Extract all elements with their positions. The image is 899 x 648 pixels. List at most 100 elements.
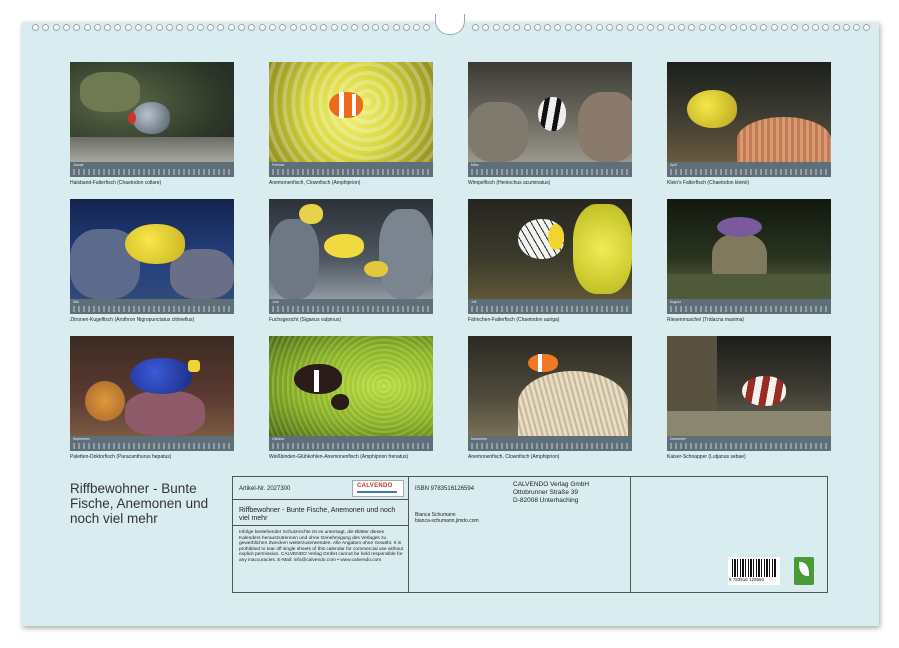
caption: Anemonenfisch, Clownfisch (Amphiprion) — [269, 180, 433, 186]
binding-ring — [637, 24, 644, 31]
binding-ring — [53, 24, 60, 31]
calvendo-logo: CALVENDO — [352, 480, 404, 497]
caption: Zitronen-Kugelfisch (Arothron Nigropunct… — [70, 317, 234, 323]
binding-ring — [331, 24, 338, 31]
binding-ring — [403, 24, 410, 31]
fish-photo — [269, 62, 433, 162]
month-label: Oktober — [272, 437, 284, 441]
article-number: Artikel-Nr. 2027300 — [239, 486, 290, 492]
binding-ring — [771, 24, 778, 31]
binding-ring — [290, 24, 297, 31]
calendar-strip: März — [468, 162, 632, 177]
binding-ring — [802, 24, 809, 31]
month-thumb-august: August Riesenmuschel (Tridacna maxima) — [667, 199, 831, 323]
calendar-strip: November — [468, 436, 632, 451]
month-label: Juli — [471, 300, 476, 304]
calendar-strip: April — [667, 162, 831, 177]
month-thumb-march: März Wimpelfisch (Heniochus acuminatus) — [468, 62, 632, 186]
author-url: bianca-schumann.jimdo.com — [415, 518, 479, 524]
binding-ring — [197, 24, 204, 31]
binding-ring — [812, 24, 819, 31]
binding-ring — [300, 24, 307, 31]
calendar-strip: August — [667, 299, 831, 314]
month-label: September — [73, 437, 90, 441]
barcode-number: 9 783516 126594 — [729, 577, 764, 582]
binding-ring — [843, 24, 850, 31]
publisher-name: CALVENDO Verlag GmbH — [513, 481, 589, 489]
binding-ring — [259, 24, 266, 31]
binding-ring — [833, 24, 840, 31]
binding-ring — [627, 24, 634, 31]
isbn: ISBN 9783516126594 — [415, 486, 474, 492]
article-column: Artikel-Nr. 2027300 CALVENDO Riffbewohne… — [233, 477, 409, 592]
month-label: Dezember — [670, 437, 686, 441]
binding-ring — [156, 24, 163, 31]
binding-ring — [709, 24, 716, 31]
publication-info-box: Artikel-Nr. 2027300 CALVENDO Riffbewohne… — [232, 476, 828, 593]
binding-ring — [575, 24, 582, 31]
binding-ring — [472, 24, 479, 31]
month-thumb-january: Januar Halsband-Falterfisch (Chaetodon c… — [70, 62, 234, 186]
binding-ring — [125, 24, 132, 31]
fish-photo — [468, 62, 632, 162]
month-label: Februar — [272, 163, 284, 167]
month-label: Januar — [73, 163, 84, 167]
calendar-strip: Januar — [70, 162, 234, 177]
fish-photo — [70, 336, 234, 436]
caption: Halsband-Falterfisch (Chaetodon collare) — [70, 180, 234, 186]
logo-text: CALVENDO — [357, 483, 393, 489]
month-thumb-december: Dezember Kaiser-Schnapper (Lutjanus seba… — [667, 336, 831, 460]
calendar-strip: Oktober — [269, 436, 433, 451]
caption: Anemonenfisch, Clownfisch (Amphiprion) — [468, 454, 632, 460]
binding-ring — [238, 24, 245, 31]
month-label: Mai — [73, 300, 79, 304]
caption: Wimpelfisch (Heniochus acuminatus) — [468, 180, 632, 186]
caption: Weißbinden-Glühkohlen-Anemonenfisch (Amp… — [269, 454, 433, 460]
publisher-street: Ottobrunner Straße 39 — [513, 489, 578, 497]
binding-ring — [341, 24, 348, 31]
binding-ring — [781, 24, 788, 31]
binding-ring — [228, 24, 235, 31]
binding-ring — [362, 24, 369, 31]
month-label: Juni — [272, 300, 278, 304]
fish-photo — [667, 336, 831, 436]
binding-ring — [565, 24, 572, 31]
fish-photo — [468, 199, 632, 299]
binding-ring — [668, 24, 675, 31]
fish-photo — [269, 199, 433, 299]
binding-ring — [32, 24, 39, 31]
calendar-strip: Februar — [269, 162, 433, 177]
binding-ring — [493, 24, 500, 31]
fish-photo — [667, 62, 831, 162]
caption: Fuchsgesicht (Siganus vulpinus) — [269, 317, 433, 323]
binding-ring — [534, 24, 541, 31]
month-thumb-september: September Paletten-Doktorfisch (Paracant… — [70, 336, 234, 460]
fish-photo — [667, 199, 831, 299]
month-thumb-may: Mai Zitronen-Kugelfisch (Arothron Nigrop… — [70, 199, 234, 323]
product-title: Riffbewohner - Bunte Fische, Anemonen un… — [239, 507, 404, 523]
binding-ring — [503, 24, 510, 31]
month-label: März — [471, 163, 479, 167]
publisher-city: D-82008 Unterhaching — [513, 497, 578, 505]
binding-ring — [135, 24, 142, 31]
calendar-strip: Dezember — [667, 436, 831, 451]
binding-ring — [63, 24, 70, 31]
binding-ring — [524, 24, 531, 31]
binding-ring — [187, 24, 194, 31]
month-label: August — [670, 300, 681, 304]
binding-ring — [166, 24, 173, 31]
fish-photo — [70, 199, 234, 299]
caption: Fähnchen-Falterfisch (Chaetodon auriga) — [468, 317, 632, 323]
binding-ring — [94, 24, 101, 31]
caption: Klein's Falterfisch (Chaetodon kleinii) — [667, 180, 831, 186]
binding-ring — [372, 24, 379, 31]
month-thumb-october: Oktober Weißbinden-Glühkohlen-Anemonenfi… — [269, 336, 433, 460]
month-thumb-november: November Anemonenfisch, Clownfisch (Amph… — [468, 336, 632, 460]
caption: Riesenmuschel (Tridacna maxima) — [667, 317, 831, 323]
fish-photo — [269, 336, 433, 436]
barcode: 9 783516 126594 — [728, 557, 780, 585]
fish-photo — [468, 336, 632, 436]
binding-ring — [393, 24, 400, 31]
calendar-title: Riffbewohner - Bunte Fische, Anemonen un… — [70, 481, 230, 526]
binding-ring — [699, 24, 706, 31]
